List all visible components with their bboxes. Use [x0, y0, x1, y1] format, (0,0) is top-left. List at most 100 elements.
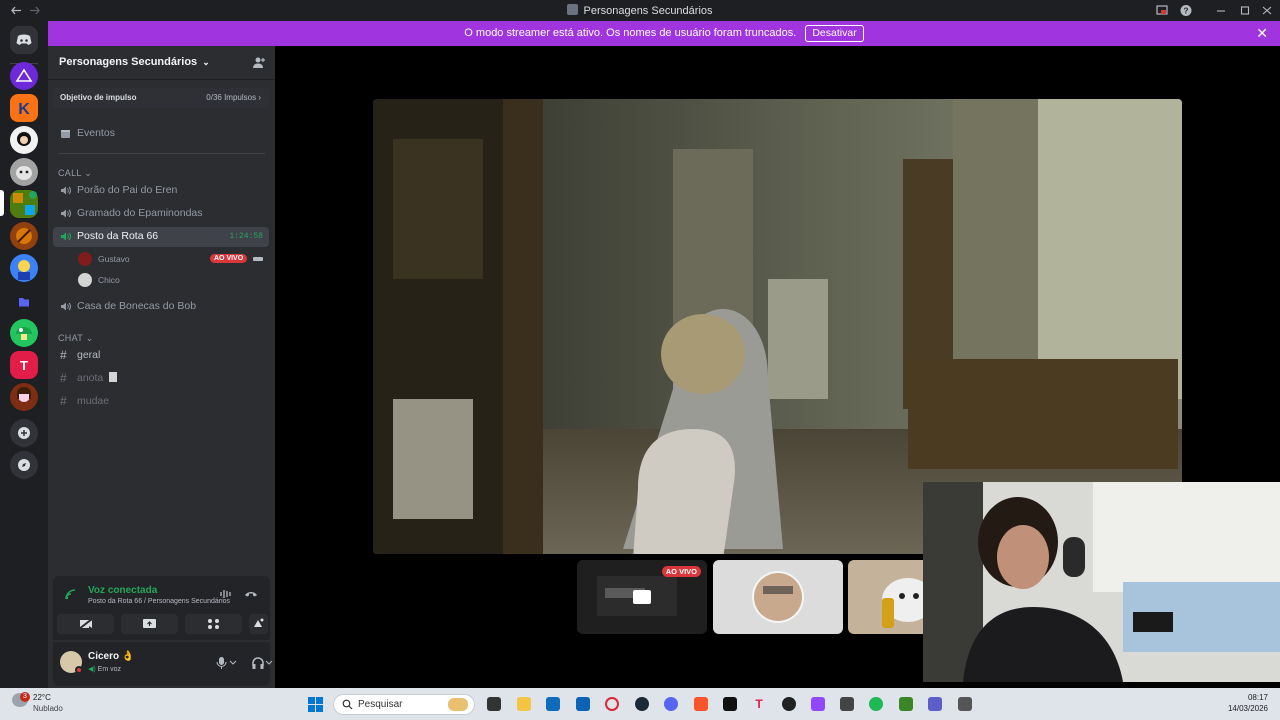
- window-titlebar: Personagens Secundários ?: [0, 0, 1280, 21]
- text-channel-anota[interactable]: # anota: [53, 369, 269, 389]
- channel-sidebar: Personagens Secundários ⌄ Objetivo de im…: [48, 46, 304, 688]
- category-call[interactable]: CALL ⌄: [58, 168, 92, 179]
- task-view-icon[interactable]: [487, 697, 501, 711]
- noise-suppression-icon[interactable]: [219, 588, 233, 600]
- voice-channel-name: Casa de Bonecas do Bob: [77, 300, 197, 312]
- soundboard-button[interactable]: [249, 614, 268, 634]
- category-call-label: CALL: [58, 168, 82, 178]
- boost-goal[interactable]: Objetivo de impulso 0/36 Impulsos ›: [53, 88, 269, 108]
- server-icon-personagens[interactable]: [10, 190, 38, 218]
- brave-icon[interactable]: [694, 697, 708, 711]
- store-icon[interactable]: [546, 697, 560, 711]
- server-icon-avatar[interactable]: [10, 254, 38, 282]
- server-name-header[interactable]: Personagens Secundários ⌄: [59, 56, 210, 68]
- text-channel-geral[interactable]: # geral: [53, 346, 269, 366]
- steam-icon[interactable]: [635, 697, 649, 711]
- server-icon-mushroom[interactable]: [10, 319, 38, 347]
- avatar: [78, 252, 92, 266]
- user-name: Cicero 👌: [88, 651, 134, 662]
- clock-time[interactable]: 08:17: [1238, 693, 1268, 702]
- speaker-small-icon: ◀): [88, 666, 96, 673]
- tiktok-icon[interactable]: [723, 697, 737, 711]
- svg-text:T: T: [20, 358, 28, 373]
- streamer-mode-message: O modo streamer está ativo. Os nomes de …: [464, 27, 797, 39]
- weather-badge: 3: [20, 692, 30, 702]
- events-label: Eventos: [77, 127, 115, 139]
- disable-streamer-button[interactable]: Desativar: [805, 25, 864, 42]
- close-banner-icon[interactable]: ✕: [1256, 21, 1268, 46]
- webcam-video[interactable]: [923, 482, 1280, 682]
- maximize-icon[interactable]: [1238, 4, 1252, 17]
- windows-start-icon[interactable]: [308, 697, 323, 712]
- chevron-right-icon: ›: [258, 93, 261, 102]
- voice-channel-posto[interactable]: Posto da Rota 66 1:24:58: [53, 227, 269, 247]
- server-icon-dog[interactable]: [10, 158, 38, 186]
- participant-thumbnail-gustavo[interactable]: [713, 560, 843, 634]
- minimize-icon[interactable]: [1214, 4, 1228, 17]
- share-screen-button[interactable]: [121, 614, 178, 634]
- discord-home-icon[interactable]: [10, 26, 38, 54]
- add-server-icon[interactable]: [10, 419, 38, 447]
- text-channel-mudae[interactable]: # mudae: [53, 392, 269, 412]
- server-icon-k[interactable]: K: [10, 94, 38, 122]
- server-icon-triangle[interactable]: [10, 62, 38, 90]
- game-launcher-icon[interactable]: [840, 697, 854, 711]
- activities-button[interactable]: [185, 614, 242, 634]
- user-name-text: Cicero: [88, 651, 120, 662]
- live-badge: AO VIVO: [661, 566, 701, 577]
- window-title-text: Personagens Secundários: [583, 5, 713, 17]
- camera-off-button[interactable]: [57, 614, 114, 634]
- close-window-icon[interactable]: [1260, 4, 1274, 17]
- server-rail: K T: [0, 21, 48, 688]
- voice-channel-name: Porão do Pai do Eren: [77, 184, 178, 196]
- participant-thumbnail-chico[interactable]: [848, 560, 928, 634]
- screen-share-indicator-icon: [253, 256, 263, 262]
- events-item[interactable]: Eventos: [53, 124, 269, 144]
- minecraft-icon[interactable]: [899, 697, 913, 711]
- server-icon-rpg[interactable]: [10, 222, 38, 250]
- explore-icon[interactable]: [10, 451, 38, 479]
- screen-share-icon[interactable]: [1155, 4, 1169, 17]
- user-status-text: Em voz: [97, 666, 122, 673]
- discord-taskbar-icon[interactable]: [664, 697, 678, 711]
- opera-icon[interactable]: [605, 697, 619, 711]
- server-name: Personagens Secundários: [59, 56, 198, 68]
- boost-goal-value: 0/36 Impulsos: [206, 93, 257, 102]
- obs-icon[interactable]: [782, 697, 796, 711]
- category-chat[interactable]: CHAT ⌄: [58, 333, 94, 344]
- clock-date[interactable]: 14/03/2026: [1218, 704, 1268, 713]
- server-icon-tf[interactable]: T: [10, 351, 38, 379]
- help-icon[interactable]: ?: [1179, 4, 1193, 17]
- folder-icon[interactable]: [10, 288, 38, 316]
- live-badge: AO VIVO: [210, 254, 248, 263]
- weather-temp[interactable]: 22°C: [33, 693, 51, 702]
- window-title: Personagens Secundários: [0, 4, 1280, 17]
- taskbar-search-input[interactable]: Pesquisar: [333, 694, 475, 715]
- voice-location[interactable]: Posto da Rota 66 / Personagens Secundári…: [88, 598, 230, 605]
- server-icon-character[interactable]: [10, 126, 38, 154]
- voice-channel-porao[interactable]: Porão do Pai do Eren: [53, 181, 269, 201]
- text-channel-name: anota: [77, 372, 104, 384]
- teams-icon[interactable]: [928, 697, 942, 711]
- voice-channel-casa[interactable]: Casa de Bonecas do Bob: [53, 297, 269, 317]
- outlook-icon[interactable]: [576, 697, 590, 711]
- disconnect-icon[interactable]: [244, 588, 258, 600]
- spotify-icon[interactable]: [869, 697, 883, 711]
- vpn-shield-icon[interactable]: [958, 697, 972, 711]
- twitch-icon[interactable]: [811, 697, 825, 711]
- stream-thumbnail-screen[interactable]: AO VIVO: [577, 560, 707, 634]
- chevron-down-icon: ⌄: [202, 57, 210, 67]
- voice-member-chico[interactable]: Chico: [78, 271, 120, 289]
- tf-app-icon[interactable]: T: [752, 697, 766, 711]
- boost-goal-label: Objetivo de impulso: [60, 93, 137, 102]
- invite-people-icon[interactable]: [252, 56, 266, 69]
- voice-member-gustavo[interactable]: Gustavo: [78, 250, 130, 268]
- windows-taskbar: 3 22°C Nublado Pesquisar T 08:17 14/03/2…: [0, 688, 1280, 720]
- chevron-down-icon: ⌄: [84, 168, 93, 178]
- headphones-icon[interactable]: [252, 657, 274, 669]
- microphone-icon[interactable]: [216, 657, 238, 669]
- weather-desc: Nublado: [33, 704, 63, 713]
- file-explorer-icon[interactable]: [517, 697, 531, 711]
- server-icon-girl[interactable]: [10, 383, 38, 411]
- voice-channel-gramado[interactable]: Gramado do Epaminondas: [53, 204, 269, 224]
